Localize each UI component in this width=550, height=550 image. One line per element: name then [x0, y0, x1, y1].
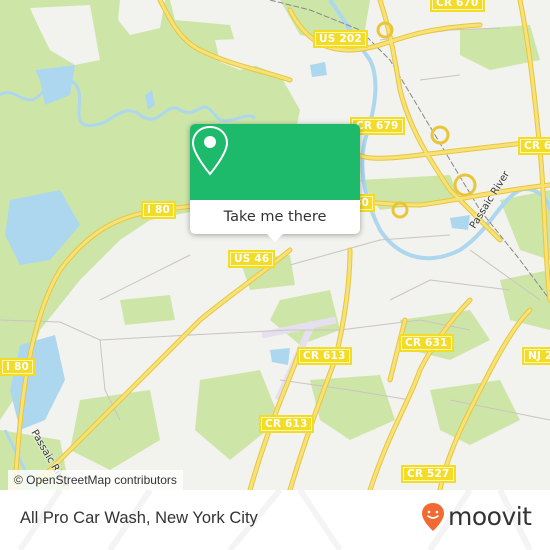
place-name: All Pro Car Wash, New York City — [20, 509, 258, 527]
moovit-wordmark: moovit — [448, 502, 532, 531]
road-label-cr613-south: CR 613 — [259, 415, 314, 433]
map-pin-icon — [191, 125, 229, 176]
popup-pointer — [267, 234, 283, 242]
take-me-there-button[interactable]: Take me there — [190, 200, 360, 234]
park-area — [120, 295, 175, 325]
road-label-cr670: CR 670 — [430, 0, 485, 12]
popup-header — [190, 124, 360, 200]
moovit-pin-icon — [422, 503, 444, 531]
road-label-cr527: CR 527 — [401, 465, 456, 483]
road-label-i80-center: I 80 — [141, 201, 176, 219]
map-view[interactable]: US 202 CR 670 CR 679 CR 64 I 80 80 I 80 … — [0, 0, 550, 490]
road-label-us202: US 202 — [313, 30, 368, 48]
map-attribution[interactable]: © OpenStreetMap contributors — [8, 470, 183, 490]
road-label-cr631: CR 631 — [399, 334, 454, 352]
location-popup: Take me there — [190, 124, 360, 242]
moovit-logo[interactable]: moovit — [421, 502, 532, 532]
road-label-cr613-north: CR 613 — [297, 347, 352, 365]
road-label-i80-west: I 80 — [0, 358, 35, 376]
footer-bar: All Pro Car Wash, New York City moovit — [0, 490, 550, 550]
road-label-cr64x: CR 64 — [518, 137, 550, 155]
road-label-nj2x: NJ 2 — [522, 347, 550, 365]
road-label-us46: US 46 — [228, 250, 276, 268]
